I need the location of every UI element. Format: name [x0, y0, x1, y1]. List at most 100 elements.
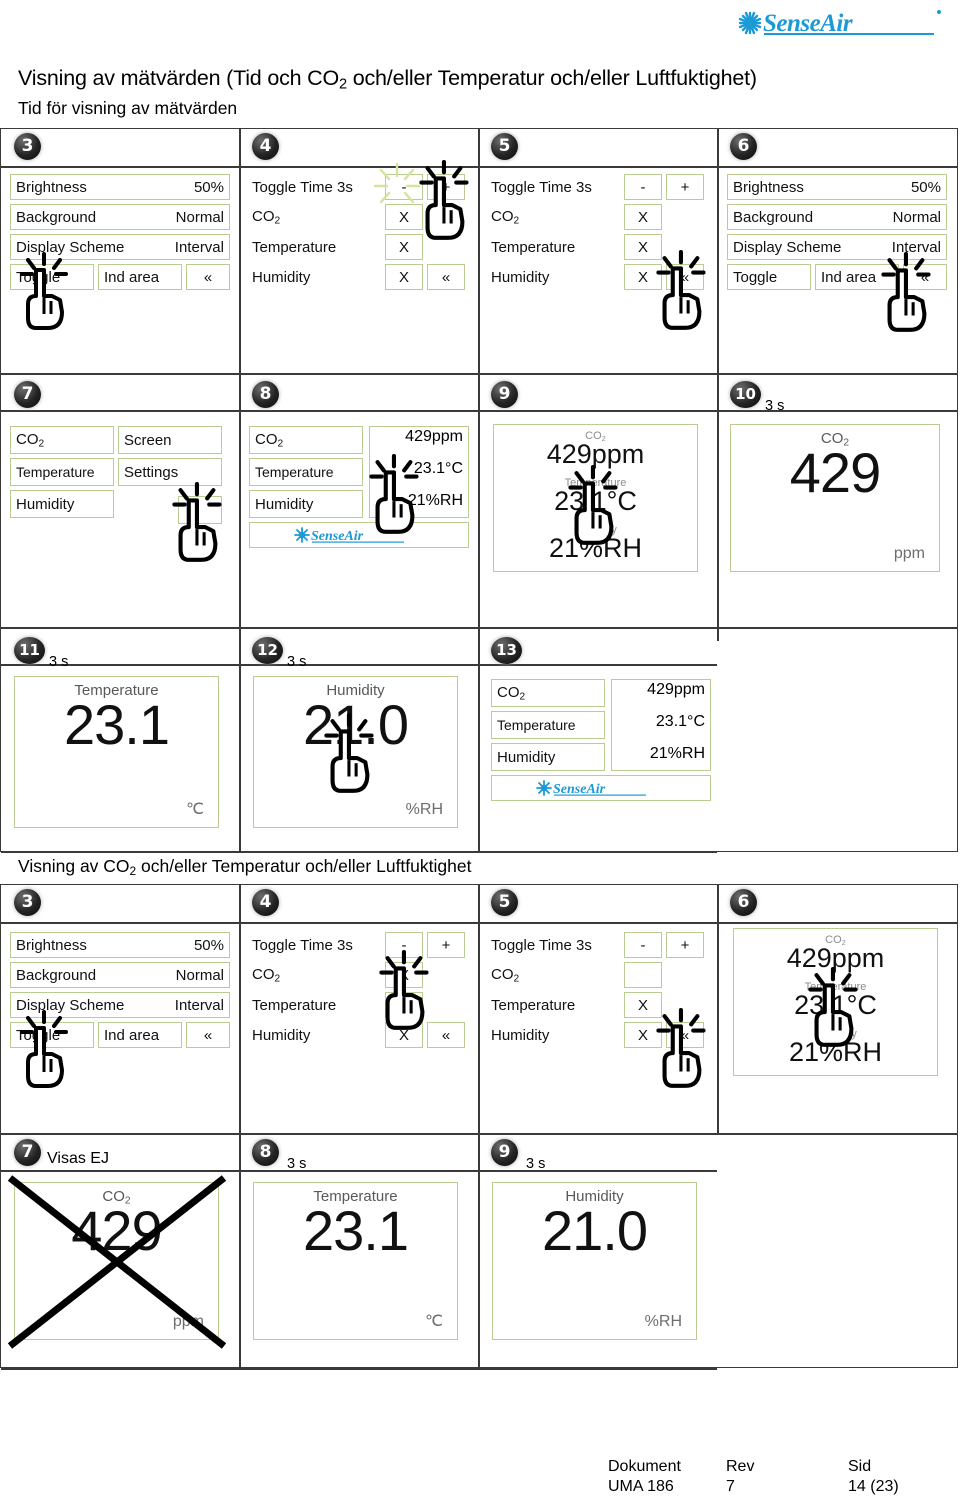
- step-badge-5: 5: [491, 133, 518, 160]
- ind-area-label: Ind area: [104, 1026, 160, 1044]
- display-scheme-row[interactable]: Display Scheme Interval: [727, 234, 947, 260]
- panel-s2-9-screen: Humidity 21.0 %RH: [492, 1182, 697, 1340]
- humidity-checkbox[interactable]: X: [385, 1022, 423, 1048]
- back-button[interactable]: «: [666, 1022, 704, 1048]
- x-mark: X: [637, 1026, 648, 1044]
- display-scheme-label: Display Scheme: [733, 238, 842, 256]
- background-row[interactable]: Background Normal: [10, 204, 230, 230]
- toggle-button[interactable]: Toggle: [727, 264, 811, 290]
- toggle-time-plus-button[interactable]: +: [666, 174, 704, 200]
- humidity-unit: %RH: [405, 801, 443, 818]
- x-mark: X: [398, 238, 409, 256]
- back-button[interactable]: «: [666, 264, 704, 290]
- humidity-menu-item[interactable]: Humidity: [491, 743, 605, 771]
- panel11-screen: Temperature 23.1 ℃: [14, 676, 219, 828]
- toggle-time-minus-button[interactable]: -: [385, 174, 423, 200]
- brightness-label: Brightness: [733, 178, 804, 196]
- empty-target-box[interactable]: [178, 496, 222, 524]
- back-button[interactable]: «: [186, 1022, 230, 1048]
- ind-area-button[interactable]: Ind area: [815, 264, 899, 290]
- background-label: Background: [16, 208, 97, 226]
- humidity-checkbox[interactable]: X: [385, 264, 423, 290]
- toggle-time-minus-button[interactable]: -: [385, 932, 423, 958]
- humidity-checkbox[interactable]: X: [624, 264, 662, 290]
- toggle-time-label: Toggle Time 3s: [252, 178, 353, 196]
- ind-area-button[interactable]: Ind area: [98, 264, 182, 290]
- toggle-time-plus-button[interactable]: +: [666, 932, 704, 958]
- back-button[interactable]: «: [427, 1022, 465, 1048]
- humidity-menu-item[interactable]: Humidity: [10, 490, 114, 518]
- brightness-value: 50%: [193, 936, 224, 954]
- timing-note-10: 3 s: [765, 398, 785, 414]
- step-badge-11: 11: [14, 637, 45, 664]
- temperature-checkbox[interactable]: X: [385, 234, 423, 260]
- ind-area-button[interactable]: Ind area: [98, 1022, 182, 1048]
- settings-menu-item[interactable]: Settings: [118, 458, 222, 486]
- co2-menu-item[interactable]: CO2: [10, 426, 114, 454]
- toggle-label: Toggle: [16, 1026, 61, 1044]
- grid-divider: [239, 885, 241, 1367]
- step-badge-s2-9: 9: [491, 1139, 518, 1166]
- humidity-label-row: Humidity: [488, 264, 608, 290]
- humidity-label-row: Humidity: [249, 1022, 369, 1048]
- section1-title-post: och/eller Temperatur och/eller Luftfukti…: [346, 66, 757, 90]
- toggle-time-minus-button[interactable]: -: [624, 174, 662, 200]
- co2-unit: ppm: [172, 1313, 204, 1330]
- panel6-screen: Brightness 50% Background Normal Display…: [727, 174, 947, 332]
- grid-divider: [239, 129, 241, 851]
- step-badge-13: 13: [491, 637, 522, 664]
- temperature-checkbox[interactable]: X: [624, 992, 662, 1018]
- document-page: SenseAir Visning av mätvärden (Tid och C…: [0, 0, 960, 1503]
- humidity-menu-item[interactable]: Humidity: [249, 490, 363, 518]
- back-button[interactable]: «: [427, 264, 465, 290]
- toggle-time-plus-button[interactable]: +: [427, 932, 465, 958]
- temperature-value: 23.1°C: [794, 990, 877, 1020]
- humidity-checkbox[interactable]: X: [624, 1022, 662, 1048]
- panel5-screen: Toggle Time 3s - + CO2 X Temperature X H…: [488, 174, 708, 330]
- toggle-button[interactable]: Toggle: [10, 1022, 94, 1048]
- brightness-row[interactable]: Brightness 50%: [10, 174, 230, 200]
- temperature-checkbox[interactable]: X: [385, 992, 423, 1018]
- co2-checkbox-unchecked[interactable]: [624, 962, 662, 988]
- senseair-lcd-logo: SenseAir: [249, 522, 469, 548]
- co2-checkbox[interactable]: X: [385, 962, 423, 988]
- brightness-row[interactable]: Brightness 50%: [10, 932, 230, 958]
- toggle-time-label-row: Toggle Time 3s: [249, 174, 383, 200]
- temperature-checkbox[interactable]: X: [624, 234, 662, 260]
- x-mark: X: [637, 208, 648, 226]
- co2-checkbox[interactable]: X: [385, 204, 423, 230]
- ind-area-label: Ind area: [104, 268, 160, 286]
- screen-menu-item[interactable]: Screen: [118, 426, 222, 454]
- display-scheme-value: Interval: [891, 238, 941, 256]
- co2-menu-item[interactable]: CO2: [249, 426, 363, 454]
- display-scheme-row[interactable]: Display Scheme Interval: [10, 992, 230, 1018]
- humidity-label-row: Humidity: [488, 1022, 608, 1048]
- brightness-row[interactable]: Brightness 50%: [727, 174, 947, 200]
- temperature-menu-item[interactable]: Temperature: [249, 458, 363, 486]
- panel9-screen: CO2 429ppm Temperature 23.1°C Humidity 2…: [493, 424, 698, 572]
- back-button[interactable]: «: [186, 264, 230, 290]
- temperature-menu-item[interactable]: Temperature: [10, 458, 114, 486]
- co2-checkbox[interactable]: X: [624, 204, 662, 230]
- temperature-menu-item[interactable]: Temperature: [491, 711, 605, 739]
- section1-title-pre: Visning av mätvärden (Tid och CO: [18, 66, 340, 90]
- toggle-button[interactable]: Toggle: [10, 264, 94, 290]
- background-row[interactable]: Background Normal: [10, 962, 230, 988]
- minus-icon: -: [401, 936, 407, 954]
- back-chevron-icon: «: [680, 1026, 690, 1044]
- step-badge-s2-3: 3: [14, 889, 41, 916]
- toggle-time-plus-button[interactable]: +: [427, 174, 465, 200]
- co2-label-row: CO2: [249, 962, 369, 988]
- brightness-value: 50%: [910, 178, 941, 196]
- toggle-time-label: Toggle Time 3s: [491, 936, 592, 954]
- display-scheme-row[interactable]: Display Scheme Interval: [10, 234, 230, 260]
- back-button[interactable]: «: [903, 264, 947, 290]
- co2-menu-item[interactable]: CO2: [491, 679, 605, 707]
- grid-divider: [717, 129, 719, 641]
- co2-label: CO2: [255, 430, 284, 450]
- senseair-logo-small: SenseAir: [536, 780, 646, 797]
- toggle-time-minus-button[interactable]: -: [624, 932, 662, 958]
- minus-icon: -: [640, 936, 646, 954]
- humidity-label: Humidity: [491, 1026, 550, 1044]
- background-row[interactable]: Background Normal: [727, 204, 947, 230]
